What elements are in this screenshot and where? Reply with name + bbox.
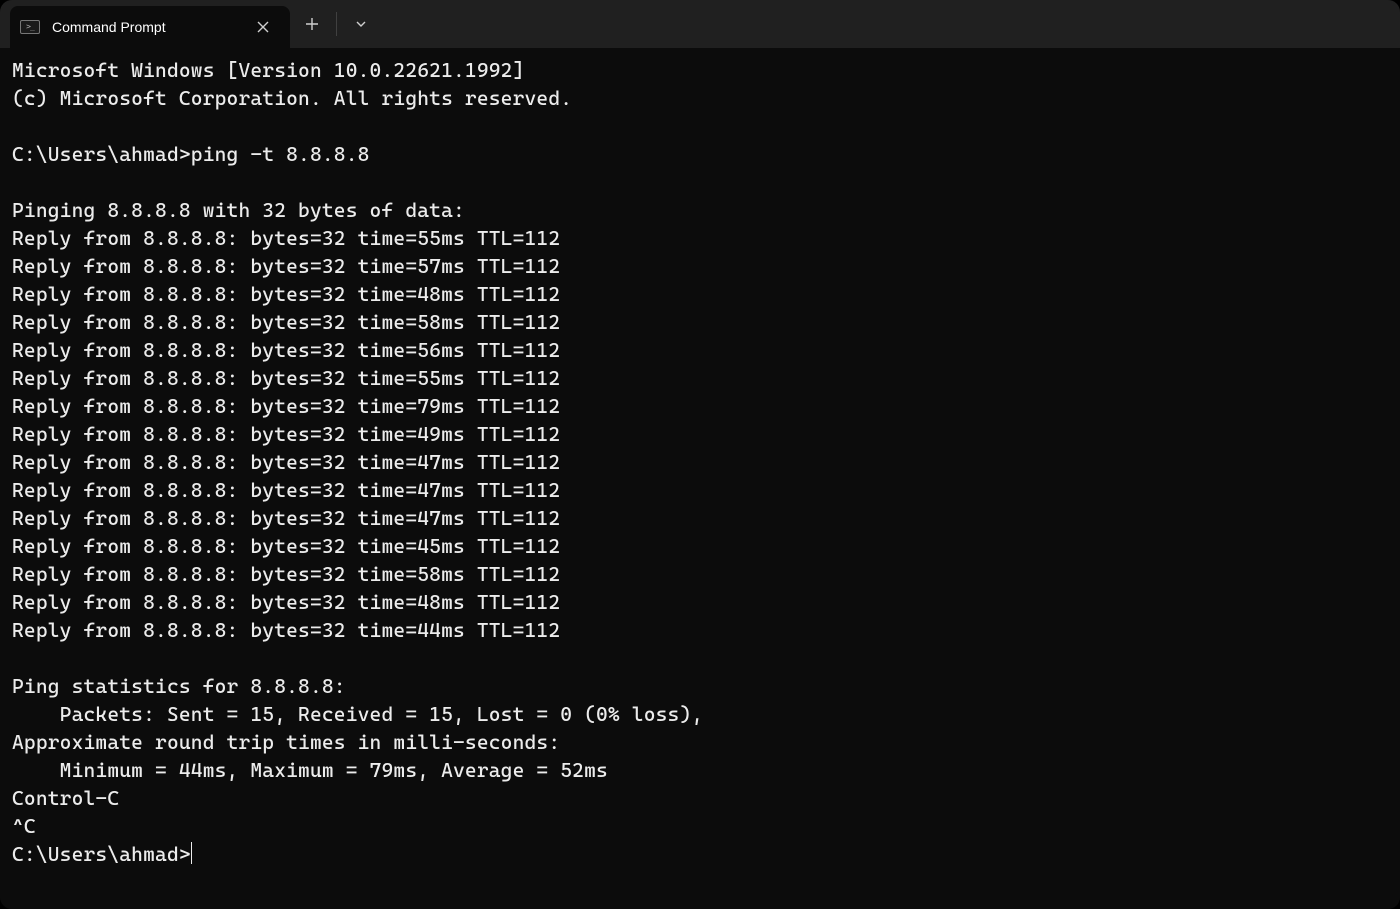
ping-reply: Reply from 8.8.8.8: bytes=32 time=55ms T… [12,226,560,250]
ping-reply: Reply from 8.8.8.8: bytes=32 time=58ms T… [12,310,560,334]
os-banner-line1: Microsoft Windows [Version 10.0.22621.19… [12,58,525,82]
terminal-window: Command Prompt Microsoft Windows [Versio… [0,0,1400,909]
stats-header: Ping statistics for 8.8.8.8: [12,674,346,698]
ping-reply: Reply from 8.8.8.8: bytes=32 time=58ms T… [12,562,560,586]
ping-reply: Reply from 8.8.8.8: bytes=32 time=48ms T… [12,590,560,614]
ping-reply: Reply from 8.8.8.8: bytes=32 time=56ms T… [12,338,560,362]
close-tab-button[interactable] [250,14,276,40]
ping-reply: Reply from 8.8.8.8: bytes=32 time=44ms T… [12,618,560,642]
ping-reply: Reply from 8.8.8.8: bytes=32 time=57ms T… [12,254,560,278]
prompt-path: C:\Users\ahmad> [12,142,191,166]
terminal-icon [20,20,40,34]
ping-reply: Reply from 8.8.8.8: bytes=32 time=47ms T… [12,450,560,474]
titlebar-divider [336,12,337,36]
os-banner-line2: (c) Microsoft Corporation. All rights re… [12,86,572,110]
terminal-output[interactable]: Microsoft Windows [Version 10.0.22621.19… [0,48,1400,909]
tab-dropdown-button[interactable] [339,0,383,48]
plus-icon [305,17,319,31]
titlebar: Command Prompt [0,0,1400,48]
command-text: ping -t 8.8.8.8 [191,142,370,166]
text-cursor [191,842,193,864]
close-icon [257,21,269,33]
stats-rtt: Minimum = 44ms, Maximum = 79ms, Average … [12,758,608,782]
ping-reply: Reply from 8.8.8.8: bytes=32 time=47ms T… [12,478,560,502]
stats-rtt-header: Approximate round trip times in milli-se… [12,730,560,754]
ping-reply: Reply from 8.8.8.8: bytes=32 time=55ms T… [12,366,560,390]
ping-reply: Reply from 8.8.8.8: bytes=32 time=47ms T… [12,506,560,530]
tab-command-prompt[interactable]: Command Prompt [10,6,290,48]
interrupt-char: ^C [12,814,36,838]
ping-reply: Reply from 8.8.8.8: bytes=32 time=48ms T… [12,282,560,306]
new-tab-button[interactable] [290,0,334,48]
prompt-path: C:\Users\ahmad> [12,842,191,866]
ping-header: Pinging 8.8.8.8 with 32 bytes of data: [12,198,465,222]
stats-packets: Packets: Sent = 15, Received = 15, Lost … [12,702,703,726]
tab-title: Command Prompt [52,19,238,35]
interrupt-line: Control-C [12,786,119,810]
chevron-down-icon [355,18,367,30]
ping-reply: Reply from 8.8.8.8: bytes=32 time=49ms T… [12,422,560,446]
ping-reply: Reply from 8.8.8.8: bytes=32 time=79ms T… [12,394,560,418]
ping-reply: Reply from 8.8.8.8: bytes=32 time=45ms T… [12,534,560,558]
